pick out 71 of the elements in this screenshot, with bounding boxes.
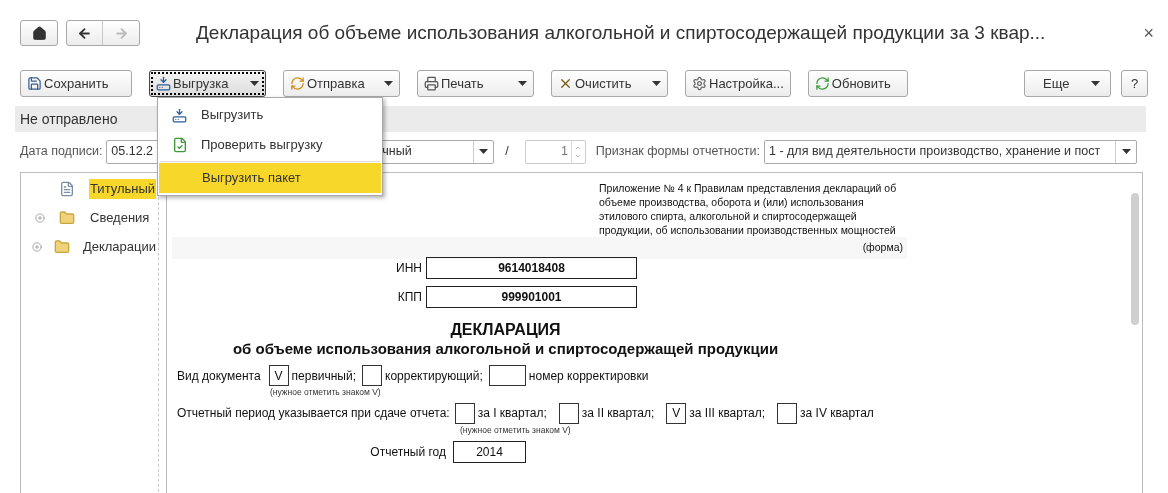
folder-icon — [54, 239, 71, 255]
number-spinner[interactable]: 1 — [524, 139, 586, 164]
forward-icon — [113, 25, 129, 41]
option-label: корректирующий; — [385, 367, 483, 385]
hint-text: (нужное отметить знаком V) — [270, 386, 382, 399]
menu-item[interactable]: Выгрузить пакет — [159, 163, 381, 193]
form-type-label: Признак формы отчетности: — [595, 143, 760, 161]
caret-icon — [1091, 81, 1100, 86]
field-label: Отчетный год — [369, 443, 447, 461]
refresh-icon — [814, 76, 830, 91]
disk-icon — [172, 107, 187, 123]
id-field[interactable]: 999901001 — [426, 286, 637, 308]
caret-icon — [250, 81, 259, 86]
checkbox-field[interactable] — [454, 402, 475, 424]
printer-icon — [424, 76, 439, 91]
file-check-icon — [171, 137, 188, 153]
form-note: (форма) — [862, 240, 903, 256]
declaration-heading: ДЕКЛАРАЦИЯ — [449, 320, 562, 339]
caret-icon — [652, 81, 661, 86]
annex-note: Приложение № 4 к Правилам представления деклараций об объеме производства, оборота и (или) использования этилового спирта, алкогольной и спиртосодержащей продукции, об использовании производственных мощностей — [599, 181, 898, 237]
toolbar-button[interactable]: Выгрузка — [149, 70, 266, 97]
document-icon — [59, 181, 75, 197]
field-label: КПП — [396, 289, 423, 306]
id-field[interactable]: 9614018408 — [426, 257, 637, 279]
field-label: Вид документа — [177, 367, 261, 385]
toolbar-button[interactable]: Очистить — [551, 70, 668, 97]
option-label: номер корректировки — [528, 367, 649, 385]
checkbox-field[interactable]: V — [268, 365, 289, 386]
toolbar-button[interactable]: Обновить — [807, 70, 908, 97]
correction-number-field[interactable] — [488, 365, 526, 386]
option-label: первичный; — [291, 367, 357, 385]
toolbar-button[interactable]: Отправка — [283, 70, 400, 97]
cross-icon — [558, 76, 573, 91]
toolbar-button[interactable]: Сохранить — [20, 70, 132, 97]
tree-item[interactable]: Декларации — [81, 237, 157, 257]
caret-icon — [384, 81, 393, 86]
option-label: за II квартал; — [581, 405, 655, 423]
field-label: ИНН — [395, 260, 423, 277]
save-icon — [27, 76, 42, 91]
checkbox-field[interactable] — [558, 402, 579, 424]
toolbar-button[interactable]: Печать — [417, 70, 534, 97]
caret-icon — [1121, 149, 1131, 154]
tree-item[interactable]: Титульный — [89, 179, 157, 199]
checkbox-field[interactable]: V — [666, 402, 687, 424]
window-title: Декларация об объеме использования алкогольной и спиртосодержащей продукции за 3 квар... — [196, 20, 1046, 45]
option-label: за III квартал; — [689, 405, 766, 423]
option-label: за IV квартал — [800, 405, 874, 423]
disk-icon — [156, 76, 171, 91]
separator-slash: / — [505, 143, 509, 161]
caret-icon — [518, 81, 527, 86]
folder-icon — [59, 210, 75, 226]
option-label: за I квартал; — [477, 405, 547, 423]
form-type-select[interactable]: 1 - для вид деятельности производство, хранение и пост — [764, 139, 1137, 164]
declaration-subheading: об объеме использования алкогольной и спиртосодержащей продукции — [231, 339, 780, 359]
caret-icon — [479, 149, 489, 154]
back-icon — [77, 25, 92, 41]
tree-item[interactable]: Сведения — [89, 208, 151, 228]
field-label: Отчетный период указывается при сдаче отчета: — [177, 405, 450, 423]
settings-icon — [692, 76, 707, 91]
home-button[interactable] — [20, 20, 58, 46]
more-button[interactable]: Еще — [1024, 70, 1111, 97]
home-icon — [31, 25, 47, 41]
date-label: Дата подписи: — [20, 143, 103, 161]
help-button[interactable]: ? — [1121, 70, 1148, 97]
close-button[interactable]: × — [1143, 24, 1154, 42]
exchange-icon — [290, 76, 305, 91]
hint-text: (нужное отметить знаком V) — [460, 423, 572, 437]
year-field[interactable]: 2014 — [453, 440, 526, 463]
toolbar-button[interactable]: Настройка... — [685, 70, 791, 97]
checkbox-field[interactable] — [777, 402, 798, 424]
checkbox-field[interactable] — [362, 365, 383, 386]
